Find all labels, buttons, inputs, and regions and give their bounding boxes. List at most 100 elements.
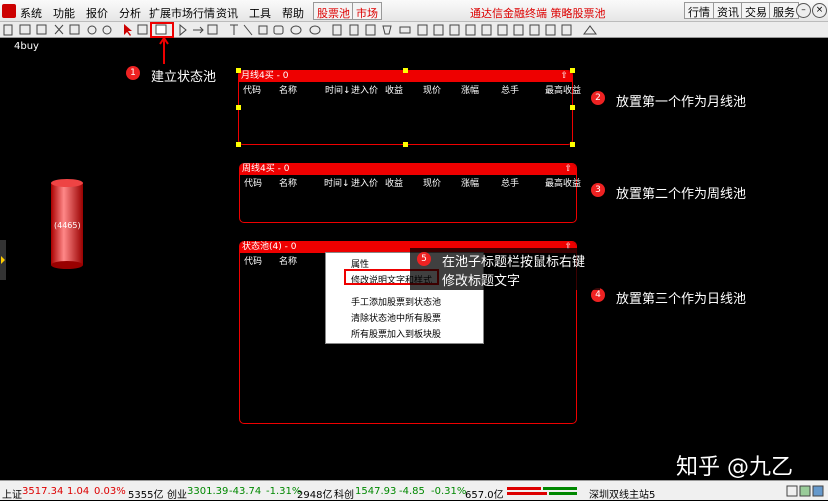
selection-handle[interactable] [236,105,241,110]
index-pct: -0.31% [431,486,467,497]
layout5-icon [481,24,492,36]
server-status[interactable]: 深圳双线主站5 [589,486,655,501]
menu-bar: 系统 功能 报价 分析 扩展市场行情 资讯 工具 帮助 股票池 市场 通达信金融… [0,0,828,22]
menu-analysis[interactable]: 分析 [119,5,141,21]
index-amount: 5355亿 [128,490,164,501]
menu-item-add-stock[interactable]: 手工添加股票到状态池 [351,295,441,308]
layout10-icon [561,24,572,36]
col-price: 现价 [423,179,442,189]
annotation-text: 放置第二个作为周线池 [616,187,747,202]
col-volume: 总手 [501,86,520,96]
layout-icon [417,24,428,36]
menu-quote[interactable]: 报价 [86,5,108,21]
col-return: 收益 [385,86,404,96]
annotation-text: 建立状态池 [151,70,217,85]
button-trade[interactable]: 交易 [741,2,771,19]
menu-news[interactable]: 资讯 [216,5,238,21]
arrow-tool-icon [193,26,204,34]
up-arrow-icon [159,36,169,64]
layout8-icon [529,24,540,36]
save-icon [36,24,47,35]
button-market[interactable]: 行情 [684,2,714,19]
button-news[interactable]: 资讯 [713,2,743,19]
pool-title-bar[interactable]: 周线4买 - 0 ⇧ [240,164,576,175]
collapse-icon[interactable]: ⇧ [560,71,568,82]
layout2-icon [433,24,444,36]
col-max-return: 最高收益 [545,86,582,96]
pool-columns: 代码 名称 时间↓ 进入价 收益 现价 涨幅 总手 最高收益 [239,83,581,96]
warning-icon [583,25,597,35]
tab-market[interactable]: 市场 [352,2,382,20]
canvas-label: 4buy [14,41,39,52]
rounded-rect-icon [273,25,284,35]
drawing-toolbar [0,22,828,38]
tab-stock-pool[interactable]: 股票池 [313,2,354,20]
grid-icon [137,24,148,35]
index-label: 科创 [334,490,354,501]
col-volume: 总手 [501,179,520,189]
menu-tools[interactable]: 工具 [249,5,271,21]
index-label: 创业 [167,490,187,501]
col-price: 现价 [423,86,442,96]
copy-icon [69,24,80,35]
selection-handle[interactable] [236,142,241,147]
menu-function[interactable]: 功能 [53,5,75,21]
menu-item-clear-pool[interactable]: 清除状态池中所有股票 [351,311,441,324]
selection-handle[interactable] [236,68,241,73]
pool-title: 状态池(4) - 0 [242,242,297,252]
index-value: 3517.34 [22,486,64,497]
status-bar: 上证 3517.34 1.04 0.03% 5355亿 创业 3301.39 -… [0,480,828,501]
menu-help[interactable]: 帮助 [282,5,304,21]
layout3-icon [449,24,460,36]
menu-extended-market[interactable]: 扩展市场行情 [149,5,215,21]
index-amount: 657.0亿 [465,490,504,501]
fill-icon [382,25,392,35]
annotation-text: 放置第一个作为月线池 [616,95,747,110]
collapse-icon[interactable]: ⇧ [564,164,572,175]
menu-item-add-to-block[interactable]: 所有股票加入到板块股 [351,327,441,340]
new-icon [3,24,13,36]
selection-handle[interactable] [403,142,408,147]
selection-handle[interactable] [570,68,575,73]
pool-columns: 代码 名称 时间↓ 进入价 收益 现价 涨幅 总手 最高收益 [240,176,581,189]
circle-tool-icon [87,25,97,35]
col-code: 代码 [244,179,263,189]
menu-system[interactable]: 系统 [20,5,42,21]
selection-handle[interactable] [403,68,408,73]
pool-title: 周线4买 - 0 [242,164,290,174]
pool-title: 月线4买 - 0 [241,71,289,81]
align-icon [365,24,376,36]
cylinder-count: (4465) [54,221,81,230]
col-code: 代码 [244,257,263,267]
step-badge: 4 [591,288,605,302]
pool-monthly[interactable]: 月线4买 - 0 ⇧ 代码 名称 时间↓ 进入价 收益 现价 涨幅 总手 最高收益 [238,70,581,145]
side-handle-icon[interactable] [0,240,8,280]
status-icons[interactable] [786,485,826,497]
step-badge: 5 [417,252,431,266]
layout6-icon [497,24,508,36]
col-time: 时间↓ [324,179,350,189]
col-name: 名称 [279,179,298,189]
layout4-icon [465,24,476,36]
annotation-text: 放置第三个作为日线池 [616,292,747,307]
col-code: 代码 [243,86,262,96]
minimize-icon[interactable]: – [796,3,811,18]
selection-handle[interactable] [570,142,575,147]
status-pool-icon [155,24,167,35]
oval-tool-icon [309,25,321,35]
layout7-icon [513,24,524,36]
index-value: 3301.39 [187,486,229,497]
open-icon [19,24,31,35]
index-pct: 0.03% [94,486,126,497]
button-service[interactable]: 服务 [769,2,799,19]
col-max-return: 最高收益 [545,179,582,189]
close-icon[interactable]: × [812,3,827,18]
index-label: 上证 [2,490,22,501]
index-value: 1547.93 [355,486,397,497]
selection-handle[interactable] [570,105,575,110]
pool-weekly[interactable]: 周线4买 - 0 ⇧ 代码 名称 时间↓ 进入价 收益 现价 涨幅 总手 最高收益 [239,163,581,223]
col-entry-price: 进入价 [351,86,379,96]
step-badge: 1 [126,66,140,80]
index-change: -43.74 [229,486,262,497]
rect-tool-icon [207,24,218,35]
